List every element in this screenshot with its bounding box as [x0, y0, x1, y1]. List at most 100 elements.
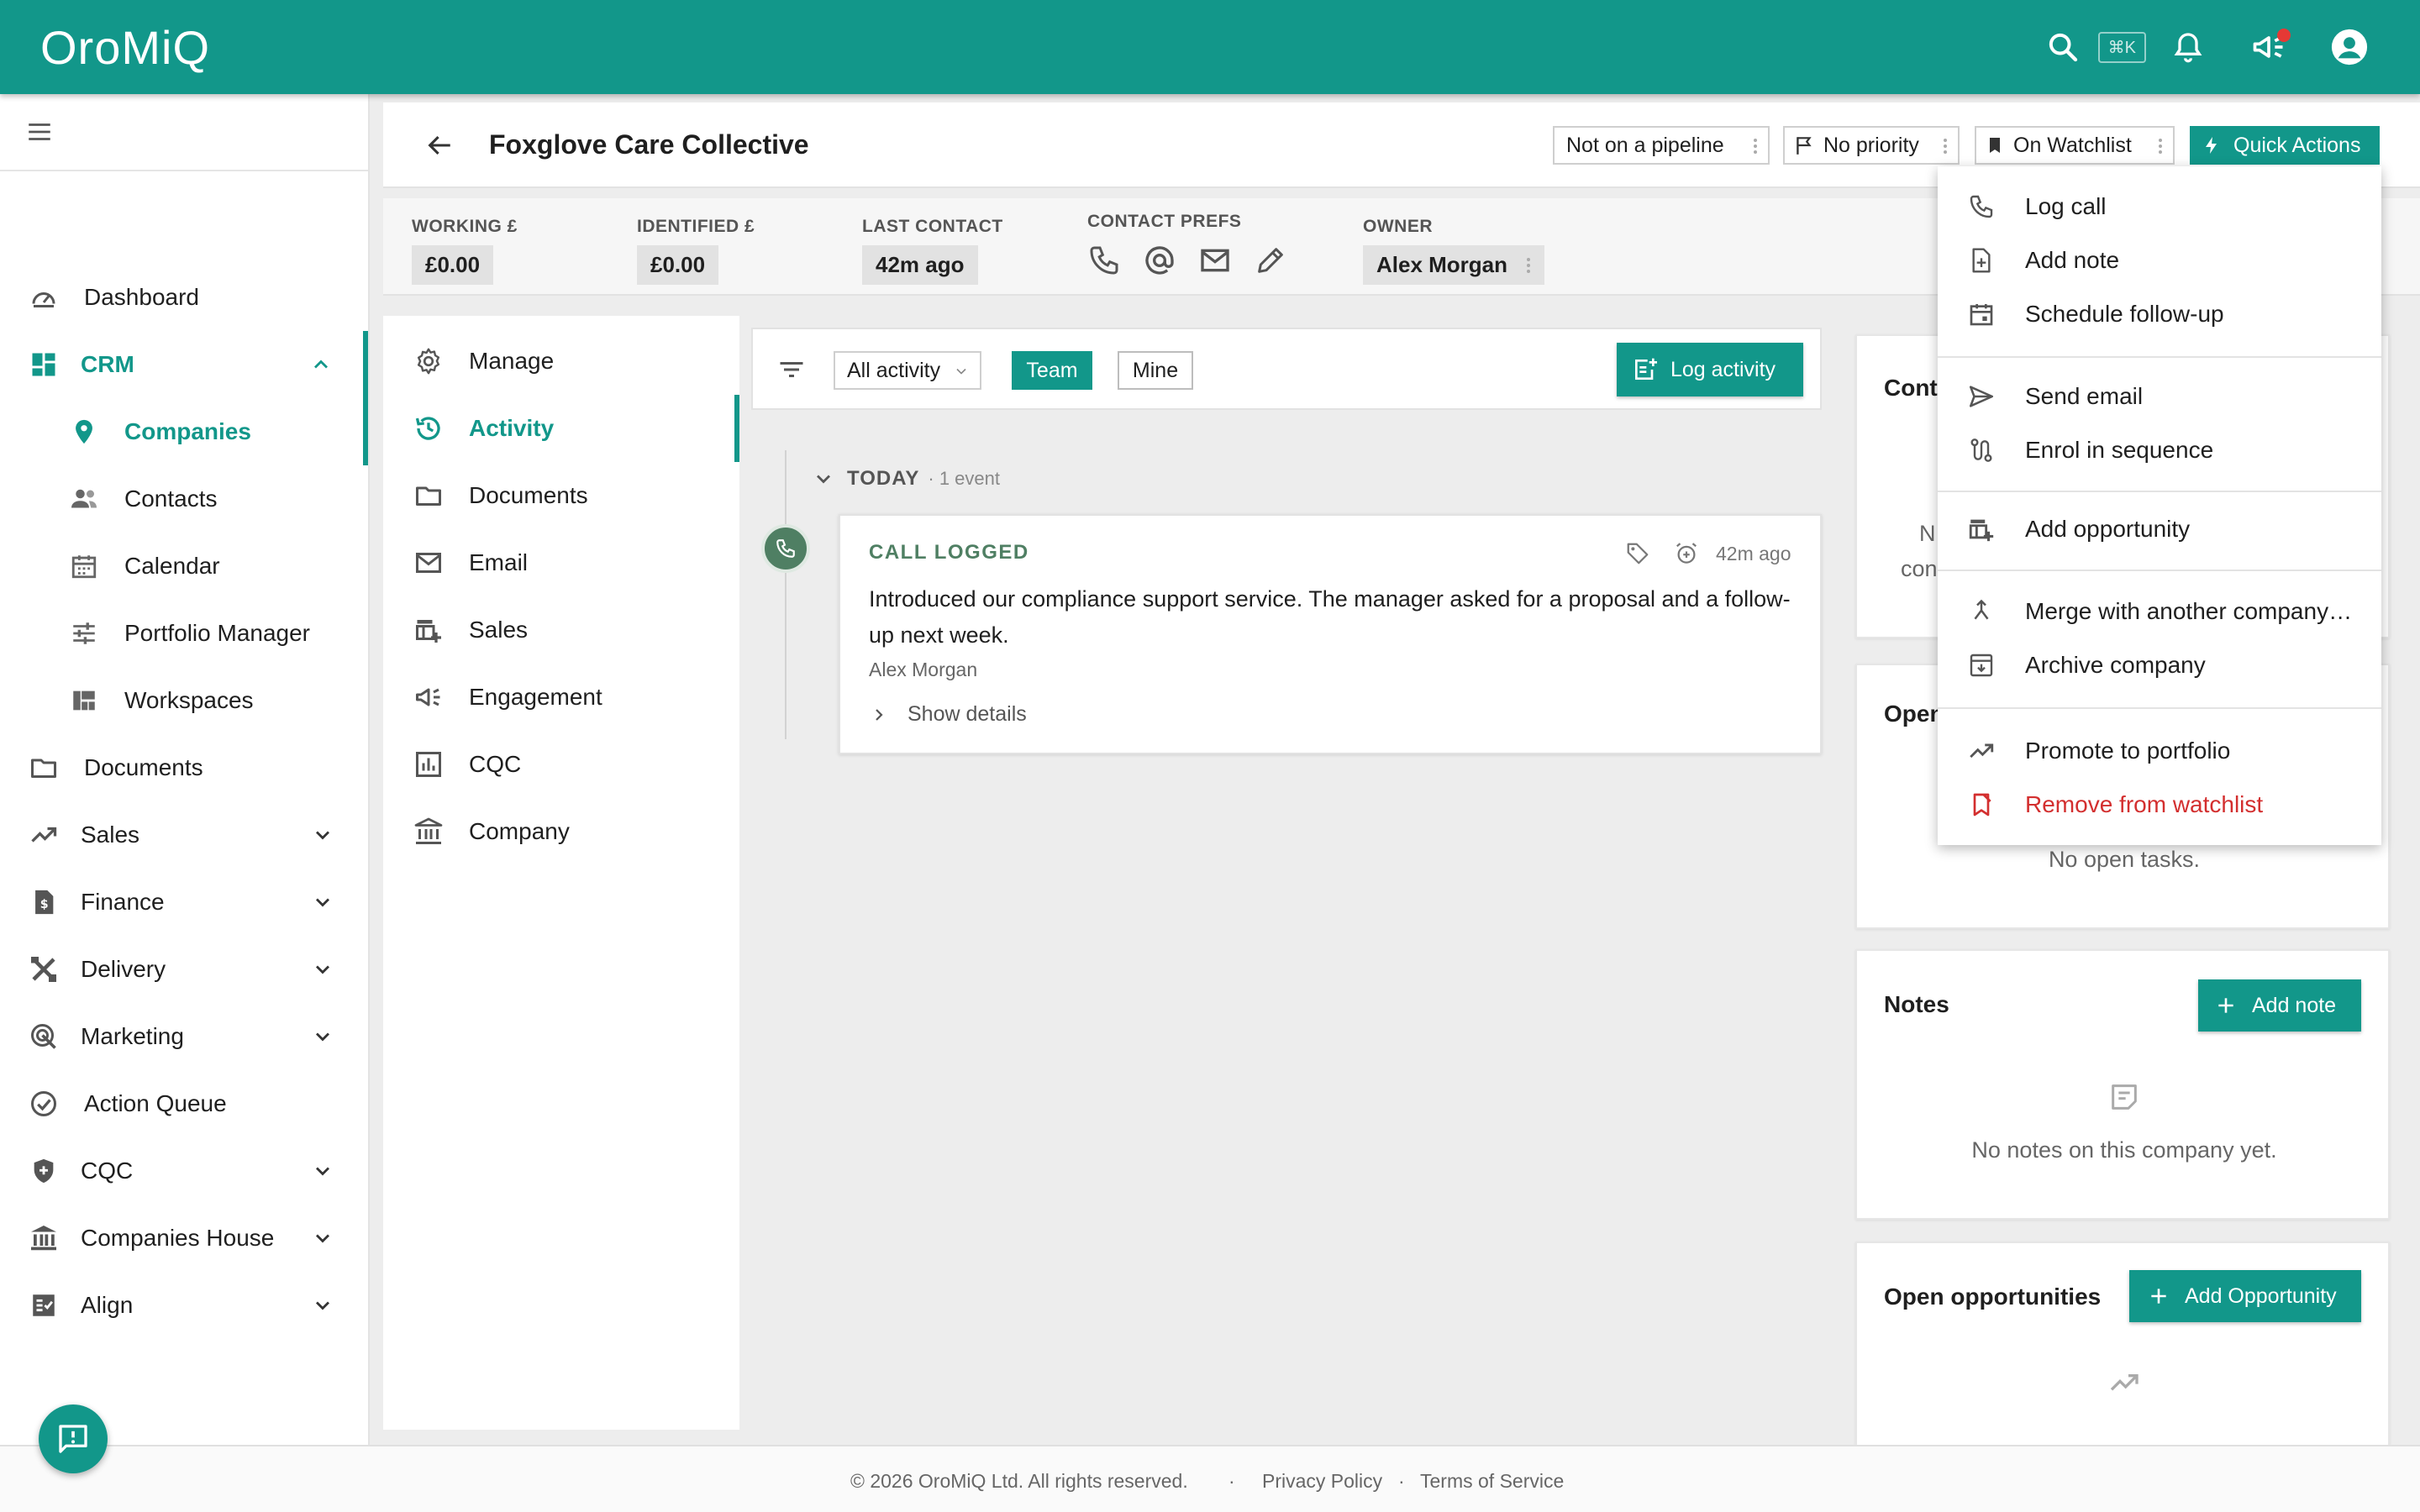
quick-actions-button[interactable]: Quick Actions: [2190, 126, 2380, 165]
sidebar-item-documents[interactable]: Documents: [0, 734, 370, 801]
page-title: Foxglove Care Collective: [489, 129, 809, 160]
menu-item-promote-to-portfolio[interactable]: Promote to portfolio: [1938, 724, 2381, 778]
stat-label: LAST CONTACT: [862, 217, 1003, 236]
sidebar-item-contacts[interactable]: Contacts: [0, 465, 370, 533]
phone-icon[interactable]: [1087, 244, 1121, 277]
chevron-down-icon[interactable]: [309, 1225, 336, 1252]
chevron-down-icon[interactable]: [309, 889, 336, 916]
menu-item-add-opportunity[interactable]: Add opportunity: [1938, 502, 2381, 556]
sidebar-item-calendar[interactable]: Calendar: [0, 533, 370, 600]
timeline-group-header[interactable]: TODAY · 1 event: [812, 467, 1000, 491]
more-vert-icon[interactable]: [1524, 255, 1533, 276]
chevron-down-icon[interactable]: [309, 822, 336, 848]
phone-icon: [1965, 190, 1998, 223]
sidebar-item-finance[interactable]: $ Finance: [0, 869, 370, 936]
sidebar-item-delivery[interactable]: Delivery: [0, 936, 370, 1003]
sidebar-item-align[interactable]: Align: [0, 1272, 370, 1339]
sidebar-item-label: Documents: [84, 754, 203, 780]
at-sign-icon[interactable]: [1143, 244, 1176, 277]
sidebar-item-sales[interactable]: Sales: [0, 801, 370, 869]
sidebar-item-action-queue[interactable]: Action Queue: [0, 1070, 370, 1137]
menu-item-merge-company[interactable]: Merge with another company…: [1938, 585, 2381, 638]
footer-privacy-link[interactable]: Privacy Policy: [1262, 1470, 1382, 1493]
menu-item-remove-from-watchlist[interactable]: Remove from watchlist: [1938, 778, 2381, 832]
sidebar-item-dashboard[interactable]: Dashboard: [0, 264, 370, 331]
menu-item-archive-company[interactable]: Archive company: [1938, 638, 2381, 692]
sidebar-item-crm[interactable]: CRM: [0, 331, 370, 398]
search-shortcut-hint: ⌘K: [2097, 31, 2146, 63]
more-vert-icon[interactable]: [2156, 136, 2165, 156]
section-nav-documents[interactable]: Documents: [383, 462, 739, 529]
filter-list-icon[interactable]: [776, 354, 807, 385]
note-empty-icon: [2107, 1080, 2141, 1114]
section-nav-company[interactable]: Company: [383, 798, 739, 865]
footer-terms-link[interactable]: Terms of Service: [1420, 1470, 1564, 1493]
section-nav-engagement[interactable]: Engagement: [383, 664, 739, 731]
menu-item-send-email[interactable]: Send email: [1938, 370, 2381, 423]
sidebar-item-label: Delivery: [81, 956, 166, 982]
brand-logo[interactable]: OroMiQ: [40, 20, 210, 75]
section-nav-label: Sales: [469, 617, 529, 643]
trending-empty-icon: [2107, 1366, 2141, 1399]
chevron-down-icon[interactable]: [309, 1158, 336, 1184]
chevron-down-icon[interactable]: [812, 467, 835, 491]
watchlist-chip[interactable]: On Watchlist: [1975, 126, 2175, 165]
chevron-down-icon[interactable]: [309, 1023, 336, 1050]
sidebar-item-label: Action Queue: [84, 1090, 227, 1116]
menu-item-enrol-in-sequence[interactable]: Enrol in sequence: [1938, 423, 2381, 477]
menu-item-label: Enrol in sequence: [2025, 437, 2214, 463]
section-nav-activity[interactable]: Activity: [383, 395, 739, 462]
search-icon[interactable]: [2039, 24, 2086, 71]
add-note-button[interactable]: Add note: [2198, 979, 2361, 1032]
feedback-chat-button[interactable]: [39, 1404, 108, 1473]
more-vert-icon[interactable]: [1751, 136, 1760, 156]
chevron-up-icon[interactable]: [308, 351, 334, 378]
back-arrow-icon[interactable]: [420, 126, 459, 165]
sidebar-item-marketing[interactable]: Marketing: [0, 1003, 370, 1070]
section-nav-manage[interactable]: Manage: [383, 328, 739, 395]
announcements-megaphone-icon[interactable]: [2245, 24, 2292, 71]
team-filter-toggle[interactable]: Team: [1012, 351, 1092, 390]
footer-separator: ·: [1228, 1470, 1235, 1492]
notifications-bell-icon[interactable]: [2165, 24, 2212, 71]
section-nav-cqc[interactable]: CQC: [383, 731, 739, 798]
pipeline-chip[interactable]: Not on a pipeline: [1553, 126, 1770, 165]
mine-filter-toggle[interactable]: Mine: [1118, 351, 1193, 390]
sidebar-header: [0, 94, 368, 171]
alarm-clock-icon[interactable]: [1674, 541, 1699, 566]
section-nav-sales[interactable]: Sales: [383, 596, 739, 664]
sidebar-item-cqc[interactable]: CQC: [0, 1137, 370, 1205]
menu-item-add-note[interactable]: Add note: [1938, 234, 2381, 287]
sidebar-item-companies-house[interactable]: Companies House: [0, 1205, 370, 1272]
trending-icon: [1965, 734, 1998, 768]
menu-item-label: Promote to portfolio: [2025, 738, 2231, 764]
menu-item-schedule-follow-up[interactable]: Schedule follow-up: [1938, 287, 2381, 341]
menu-item-log-call[interactable]: Log call: [1938, 180, 2381, 234]
sidebar-item-label: CQC: [81, 1158, 134, 1184]
chevron-down-icon[interactable]: [309, 956, 336, 983]
more-vert-icon[interactable]: [1941, 136, 1949, 156]
sidebar-item-workspaces[interactable]: Workspaces: [0, 667, 370, 734]
menu-item-label: Add note: [2025, 247, 2120, 273]
add-opportunity-button[interactable]: Add Opportunity: [2129, 1270, 2361, 1322]
account-avatar-icon[interactable]: [2326, 24, 2373, 71]
owner-selector[interactable]: Alex Morgan: [1363, 245, 1545, 285]
sidebar-item-companies[interactable]: Companies: [0, 398, 370, 465]
tag-icon[interactable]: [1625, 541, 1650, 566]
hamburger-menu-icon[interactable]: [25, 118, 54, 146]
section-nav-email[interactable]: Email: [383, 529, 739, 596]
log-activity-button[interactable]: Log activity: [1617, 343, 1803, 396]
chevron-down-icon[interactable]: [309, 1292, 336, 1319]
show-details-toggle[interactable]: Show details: [869, 702, 1027, 727]
edit-pencil-icon[interactable]: [1254, 244, 1287, 277]
mail-icon[interactable]: [1198, 244, 1232, 277]
menu-divider: [1938, 356, 2381, 358]
stat-label: WORKING £: [412, 217, 518, 236]
section-nav-label: Manage: [469, 348, 555, 374]
stat-contact-prefs: CONTACT PREFS: [1087, 212, 1287, 277]
priority-chip[interactable]: No priority: [1783, 126, 1960, 165]
activity-type-select[interactable]: All activity: [834, 351, 981, 390]
open-opportunities-card: Open opportunities Add Opportunity: [1855, 1242, 2390, 1445]
sidebar-item-label: Marketing: [81, 1023, 184, 1049]
sidebar-item-portfolio-manager[interactable]: Portfolio Manager: [0, 600, 370, 667]
